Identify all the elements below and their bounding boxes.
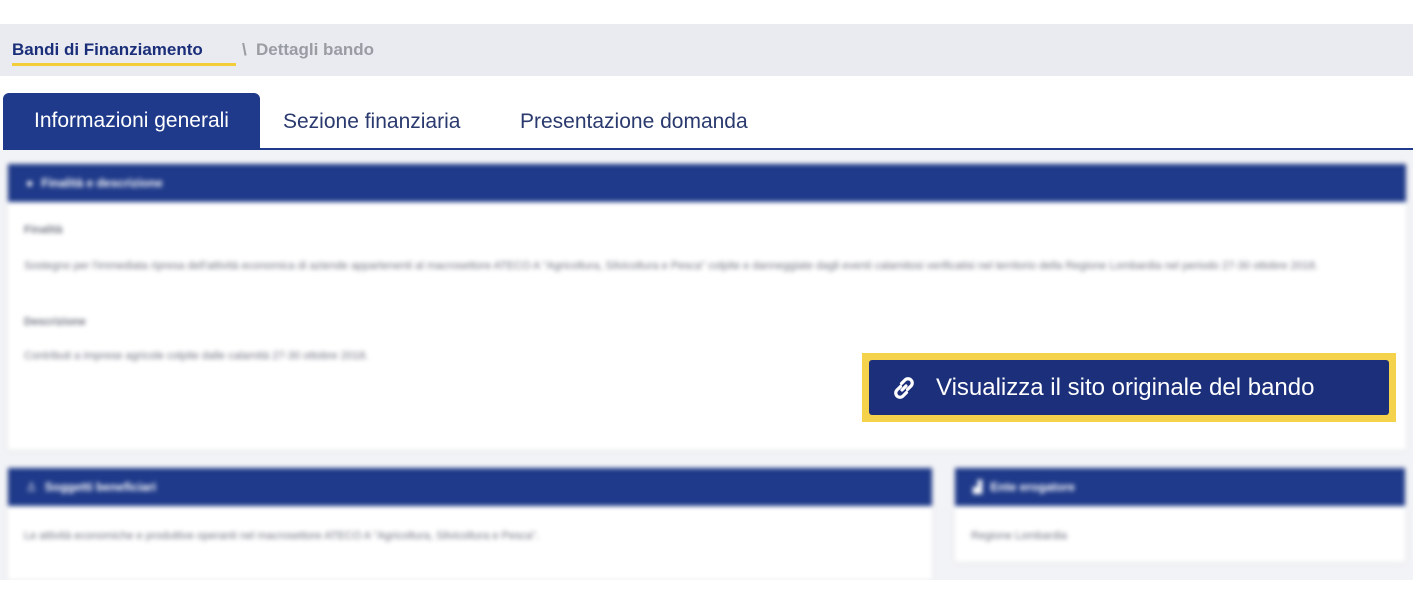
panel-title: Soggetti beneficiari xyxy=(44,480,157,494)
ente-erogatore-panel: ▟ Ente erogatore Regione Lombardia xyxy=(955,468,1405,562)
info-icon: ● xyxy=(26,176,34,190)
cta-label: Visualizza il sito originale del bando xyxy=(936,374,1315,401)
building-icon: ▟ xyxy=(973,480,983,494)
link-icon xyxy=(894,377,914,399)
panel-header: ▟ Ente erogatore xyxy=(955,468,1405,506)
tab-bar: Informazioni generali Sezione finanziari… xyxy=(0,76,1413,150)
visualizza-sito-originale-button[interactable]: Visualizza il sito originale del bando xyxy=(869,360,1389,415)
breadcrumb-separator: \ xyxy=(242,40,247,59)
panel-title: Finalità e descrizione xyxy=(41,176,163,190)
panel-header: ● Finalità e descrizione xyxy=(8,164,1406,202)
user-icon: ♙ xyxy=(26,480,37,494)
tab-presentazione-domanda[interactable]: Presentazione domanda xyxy=(520,94,748,150)
finalita-label: Finalità xyxy=(24,224,63,236)
panel-title: Ente erogatore xyxy=(990,480,1075,494)
tab-sezione-finanziaria[interactable]: Sezione finanziaria xyxy=(283,94,460,150)
ente-text: Regione Lombardia xyxy=(971,530,1068,542)
tab-informazioni-generali[interactable]: Informazioni generali xyxy=(3,93,260,149)
breadcrumb-underline xyxy=(12,63,236,66)
soggetti-text: Le attività economiche e produttive oper… xyxy=(24,530,540,542)
finalita-text: Sostegno per l'immediata ripresa dell'at… xyxy=(24,260,1319,272)
descrizione-text: Contributi a imprese agricole colpite da… xyxy=(24,350,369,362)
panel-header: ♙ Soggetti beneficiari xyxy=(8,468,932,506)
soggetti-beneficiari-panel: ♙ Soggetti beneficiari Le attività econom… xyxy=(8,468,932,580)
breadcrumb-root-link[interactable]: Bandi di Finanziamento xyxy=(12,39,203,61)
page: Bandi di Finanziamento \ Dettagli bando … xyxy=(0,24,1413,580)
breadcrumb-current: Dettagli bando xyxy=(256,40,375,59)
descrizione-label: Descrizione xyxy=(24,316,86,328)
breadcrumb: Bandi di Finanziamento \ Dettagli bando xyxy=(0,24,1413,76)
